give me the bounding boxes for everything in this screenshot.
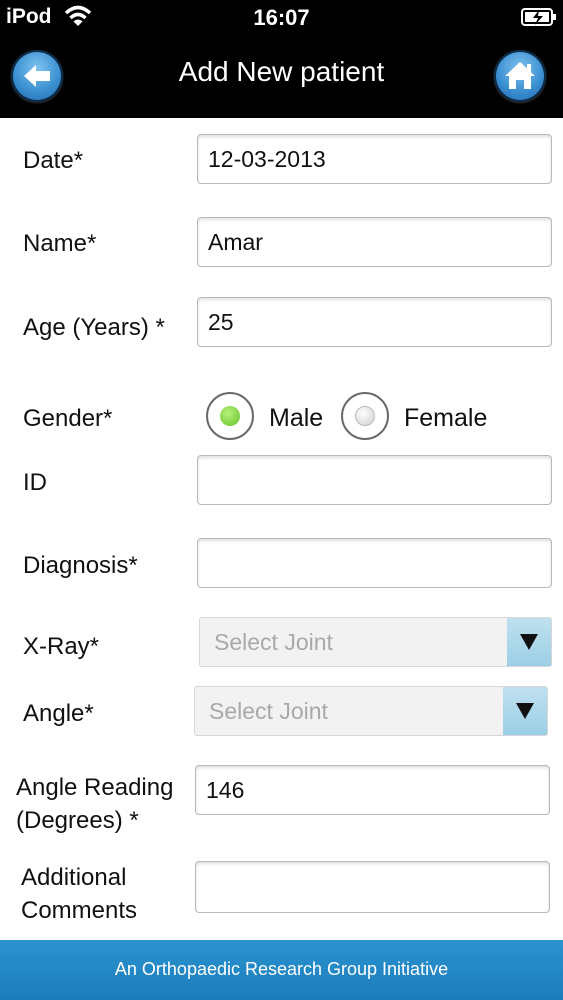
angle-select[interactable]: Select Joint <box>194 686 548 736</box>
radio-selected-dot <box>220 406 240 426</box>
name-field[interactable] <box>197 217 552 267</box>
triangle-down-icon <box>520 634 538 650</box>
home-icon <box>505 62 535 89</box>
angle-label: Angle* <box>23 700 94 727</box>
footer-text: An Orthopaedic Research Group Initiative <box>114 959 449 979</box>
angle-dropdown-button[interactable] <box>503 687 547 735</box>
xray-select[interactable]: Select Joint <box>199 617 552 667</box>
gender-male-radio[interactable] <box>206 392 254 440</box>
comments-label-line2: Comments <box>21 897 138 924</box>
xray-placeholder: Select Joint <box>214 629 333 655</box>
gender-female-radio[interactable] <box>341 392 389 440</box>
gender-female-label: Female <box>404 404 488 432</box>
angle-placeholder: Select Joint <box>209 698 328 724</box>
angle-reading-label-line1: Angle Reading <box>16 774 174 801</box>
gender-male-label: Male <box>269 404 324 432</box>
name-label: Name* <box>23 230 97 257</box>
xray-label: X-Ray* <box>23 633 100 660</box>
id-field[interactable] <box>197 455 552 505</box>
footer: An Orthopaedic Research Group Initiative <box>0 940 563 1000</box>
home-button[interactable] <box>494 50 546 102</box>
comments-field[interactable] <box>195 861 550 913</box>
age-label: Age (Years) * <box>23 314 165 341</box>
age-field[interactable] <box>197 297 552 347</box>
triangle-down-icon <box>516 703 534 719</box>
status-bar: iPod 16:07 <box>0 0 563 36</box>
clock: 16:07 <box>253 5 310 30</box>
gender-label: Gender* <box>23 405 113 432</box>
id-label: ID <box>23 469 47 496</box>
angle-reading-field[interactable] <box>195 765 550 815</box>
diagnosis-field[interactable] <box>197 538 552 588</box>
battery-charging-icon <box>521 8 556 26</box>
radio-unselected-dot <box>355 406 375 426</box>
nav-bar: Add New patient <box>0 36 563 118</box>
xray-dropdown-button[interactable] <box>507 618 551 666</box>
date-label: Date* <box>23 147 84 174</box>
comments-label-line1: Additional <box>21 864 127 891</box>
angle-reading-label-line2: (Degrees) * <box>16 807 139 834</box>
diagnosis-label: Diagnosis* <box>23 552 138 579</box>
page-title: Add New patient <box>178 56 385 87</box>
date-field[interactable] <box>197 134 552 184</box>
